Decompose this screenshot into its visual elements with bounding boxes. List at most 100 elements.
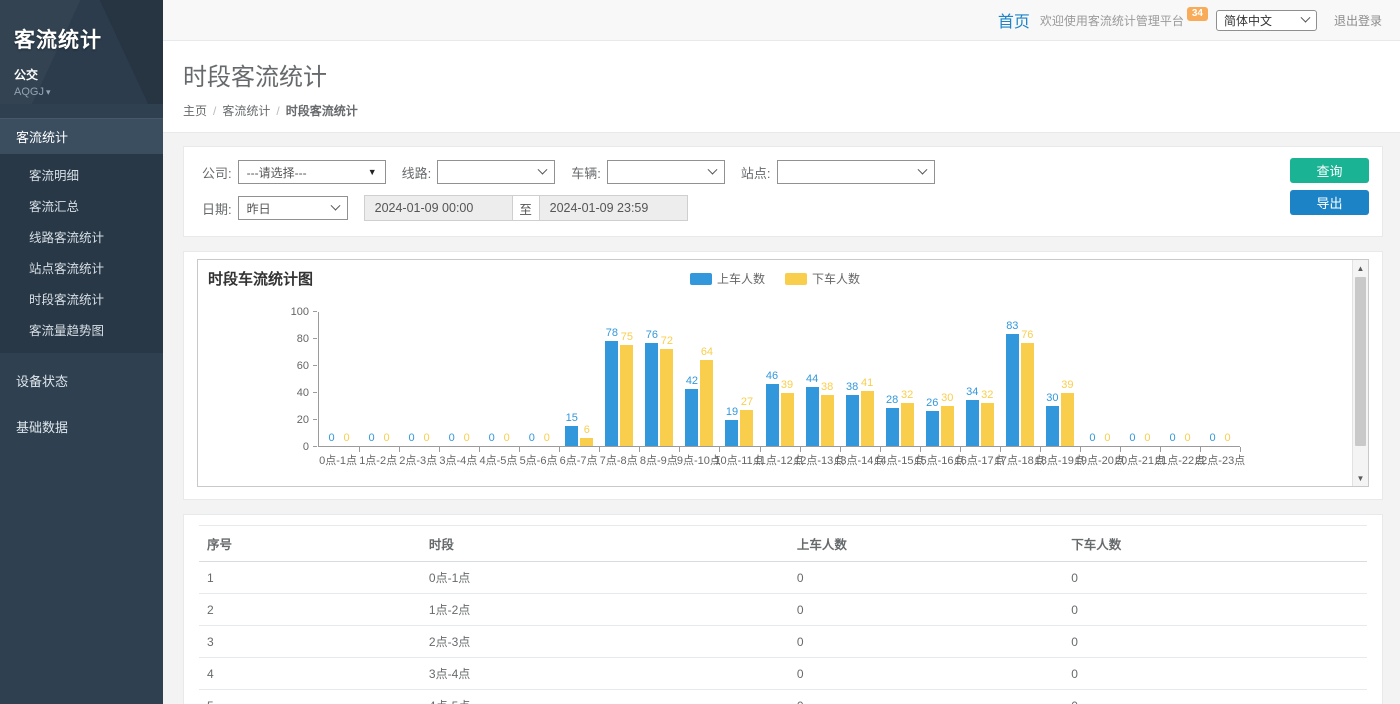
table-header-cell: 序号 (199, 526, 421, 562)
sidebar-item[interactable]: 基础数据 (0, 408, 163, 445)
sidebar-item[interactable]: 设备状态 (0, 362, 163, 399)
chart-inner: 时段车流统计图 上车人数下车人数 020406080100 0000000000… (198, 260, 1352, 486)
bar-value-label: 19 (726, 406, 738, 418)
bar[interactable]: 30 (1046, 406, 1059, 447)
line-label: 线路: (402, 163, 432, 182)
bar-value-label: 64 (701, 346, 713, 358)
home-link[interactable]: 首页 (998, 8, 1030, 32)
legend-swatch (690, 273, 712, 285)
welcome-text: 欢迎使用客流统计管理平台 (1040, 12, 1184, 29)
vehicle-select[interactable] (607, 160, 725, 184)
legend-item[interactable]: 上车人数 (690, 270, 765, 287)
bar[interactable]: 34 (966, 400, 979, 446)
breadcrumb-current: 时段客流统计 (286, 104, 358, 118)
page-heading: 时段客流统计 主页/客流统计/时段客流统计 (163, 41, 1400, 133)
y-tick-label: 100 (291, 306, 309, 318)
sidebar-subitem[interactable]: 客流量趋势图 (0, 314, 163, 345)
bar[interactable]: 39 (781, 393, 794, 446)
line-select[interactable] (437, 160, 555, 184)
bar[interactable]: 46 (766, 384, 779, 446)
bar[interactable]: 6 (580, 438, 593, 446)
bar[interactable]: 41 (861, 391, 874, 446)
bar[interactable]: 76 (645, 343, 658, 446)
bar-value-label: 46 (766, 370, 778, 382)
bar-value-label: 30 (941, 392, 953, 404)
sidebar-subitem[interactable]: 站点客流统计 (0, 252, 163, 283)
sidebar-subitem[interactable]: 时段客流统计 (0, 283, 163, 314)
language-select[interactable]: 简体中文 (1216, 10, 1317, 31)
query-button[interactable]: 查询 (1290, 158, 1369, 183)
company-code-label: AQGJ (14, 86, 44, 98)
breadcrumb-link[interactable]: 主页 (183, 104, 207, 118)
bar-group: 4639 (760, 312, 800, 446)
company-select[interactable]: ---请选择--- ▼ (238, 160, 386, 184)
bar[interactable]: 75 (620, 345, 633, 446)
bar[interactable]: 26 (926, 411, 939, 446)
bar[interactable]: 38 (821, 395, 834, 446)
chevron-down-icon (917, 164, 927, 174)
breadcrumb-link[interactable]: 客流统计 (222, 104, 270, 118)
x-tick-cell: 3点-4点 (438, 452, 478, 468)
bar[interactable]: 42 (685, 389, 698, 446)
notification-badge: 34 (1187, 7, 1208, 21)
bar[interactable]: 76 (1021, 343, 1034, 446)
bar[interactable]: 28 (886, 408, 899, 446)
date-preset-select[interactable]: 昨日 (238, 196, 348, 220)
table-row: 10点-1点00 (199, 562, 1367, 594)
export-button[interactable]: 导出 (1290, 190, 1369, 215)
sidebar-subitem[interactable]: 线路客流统计 (0, 221, 163, 252)
bar[interactable]: 83 (1006, 334, 1019, 446)
scrollbar-down-icon[interactable]: ▼ (1353, 470, 1368, 486)
bar-value-label: 0 (1184, 432, 1190, 444)
bar[interactable]: 32 (981, 403, 994, 446)
y-tick-icon (313, 365, 317, 366)
scrollbar-up-icon[interactable]: ▲ (1353, 260, 1368, 276)
bar[interactable]: 38 (846, 395, 859, 446)
bar-value-label: 0 (1129, 432, 1135, 444)
company-code-dropdown[interactable]: AQGJ▾ (14, 86, 149, 98)
bar-group: 00 (359, 312, 399, 446)
y-tick-label: 60 (297, 360, 309, 372)
bar[interactable]: 39 (1061, 393, 1074, 446)
bar[interactable]: 78 (605, 341, 618, 446)
x-tick-cell: 22点-23点 (1200, 452, 1240, 468)
bar[interactable]: 30 (941, 406, 954, 447)
logout-link[interactable]: 退出登录 (1334, 12, 1382, 29)
bar-value-label: 0 (464, 432, 470, 444)
sidebar-item-passenger-stats[interactable]: 客流统计 (0, 118, 163, 154)
bar[interactable]: 27 (740, 410, 753, 446)
table-cell: 0 (1063, 594, 1367, 626)
y-tick-icon (313, 338, 317, 339)
legend-item[interactable]: 下车人数 (785, 270, 860, 287)
scrollbar-thumb[interactable] (1355, 277, 1366, 446)
sidebar-top-items: 设备状态基础数据 (0, 362, 163, 445)
station-label: 站点: (741, 163, 771, 182)
bar[interactable]: 44 (806, 387, 819, 446)
bar-group: 00 (439, 312, 479, 446)
x-axis-labels: 0点-1点1点-2点2点-3点3点-4点4点-5点5点-6点6点-7点7点-8点… (318, 452, 1240, 468)
chevron-down-icon: ▾ (46, 87, 51, 97)
bar[interactable]: 72 (660, 349, 673, 446)
bar[interactable]: 15 (565, 426, 578, 446)
date-start-input[interactable]: 2024-01-09 00:00 (364, 195, 513, 221)
bar[interactable]: 19 (725, 420, 738, 446)
bar-group: 00 (1080, 312, 1120, 446)
bar[interactable]: 64 (700, 360, 713, 446)
table-cell: 0 (1063, 658, 1367, 690)
sidebar-subitem[interactable]: 客流汇总 (0, 190, 163, 221)
bar-value-label: 0 (504, 432, 510, 444)
bar-group: 7672 (639, 312, 679, 446)
bars: 0000000000001567875767242641927463944383… (319, 312, 1240, 446)
station-select[interactable] (777, 160, 935, 184)
bar-group: 00 (399, 312, 439, 446)
chart-scrollbar[interactable]: ▲ ▼ (1352, 260, 1368, 486)
sidebar-subitem[interactable]: 客流明细 (0, 159, 163, 190)
bar[interactable]: 32 (901, 403, 914, 446)
bar-value-label: 26 (926, 397, 938, 409)
chart-container: 时段车流统计图 上车人数下车人数 020406080100 0000000000… (197, 259, 1369, 487)
table-cell: 3点-4点 (421, 658, 789, 690)
date-end-input[interactable]: 2024-01-09 23:59 (539, 195, 688, 221)
bar-value-label: 0 (409, 432, 415, 444)
table-cell: 2点-3点 (421, 626, 789, 658)
vehicle-label: 车辆: (571, 163, 601, 182)
